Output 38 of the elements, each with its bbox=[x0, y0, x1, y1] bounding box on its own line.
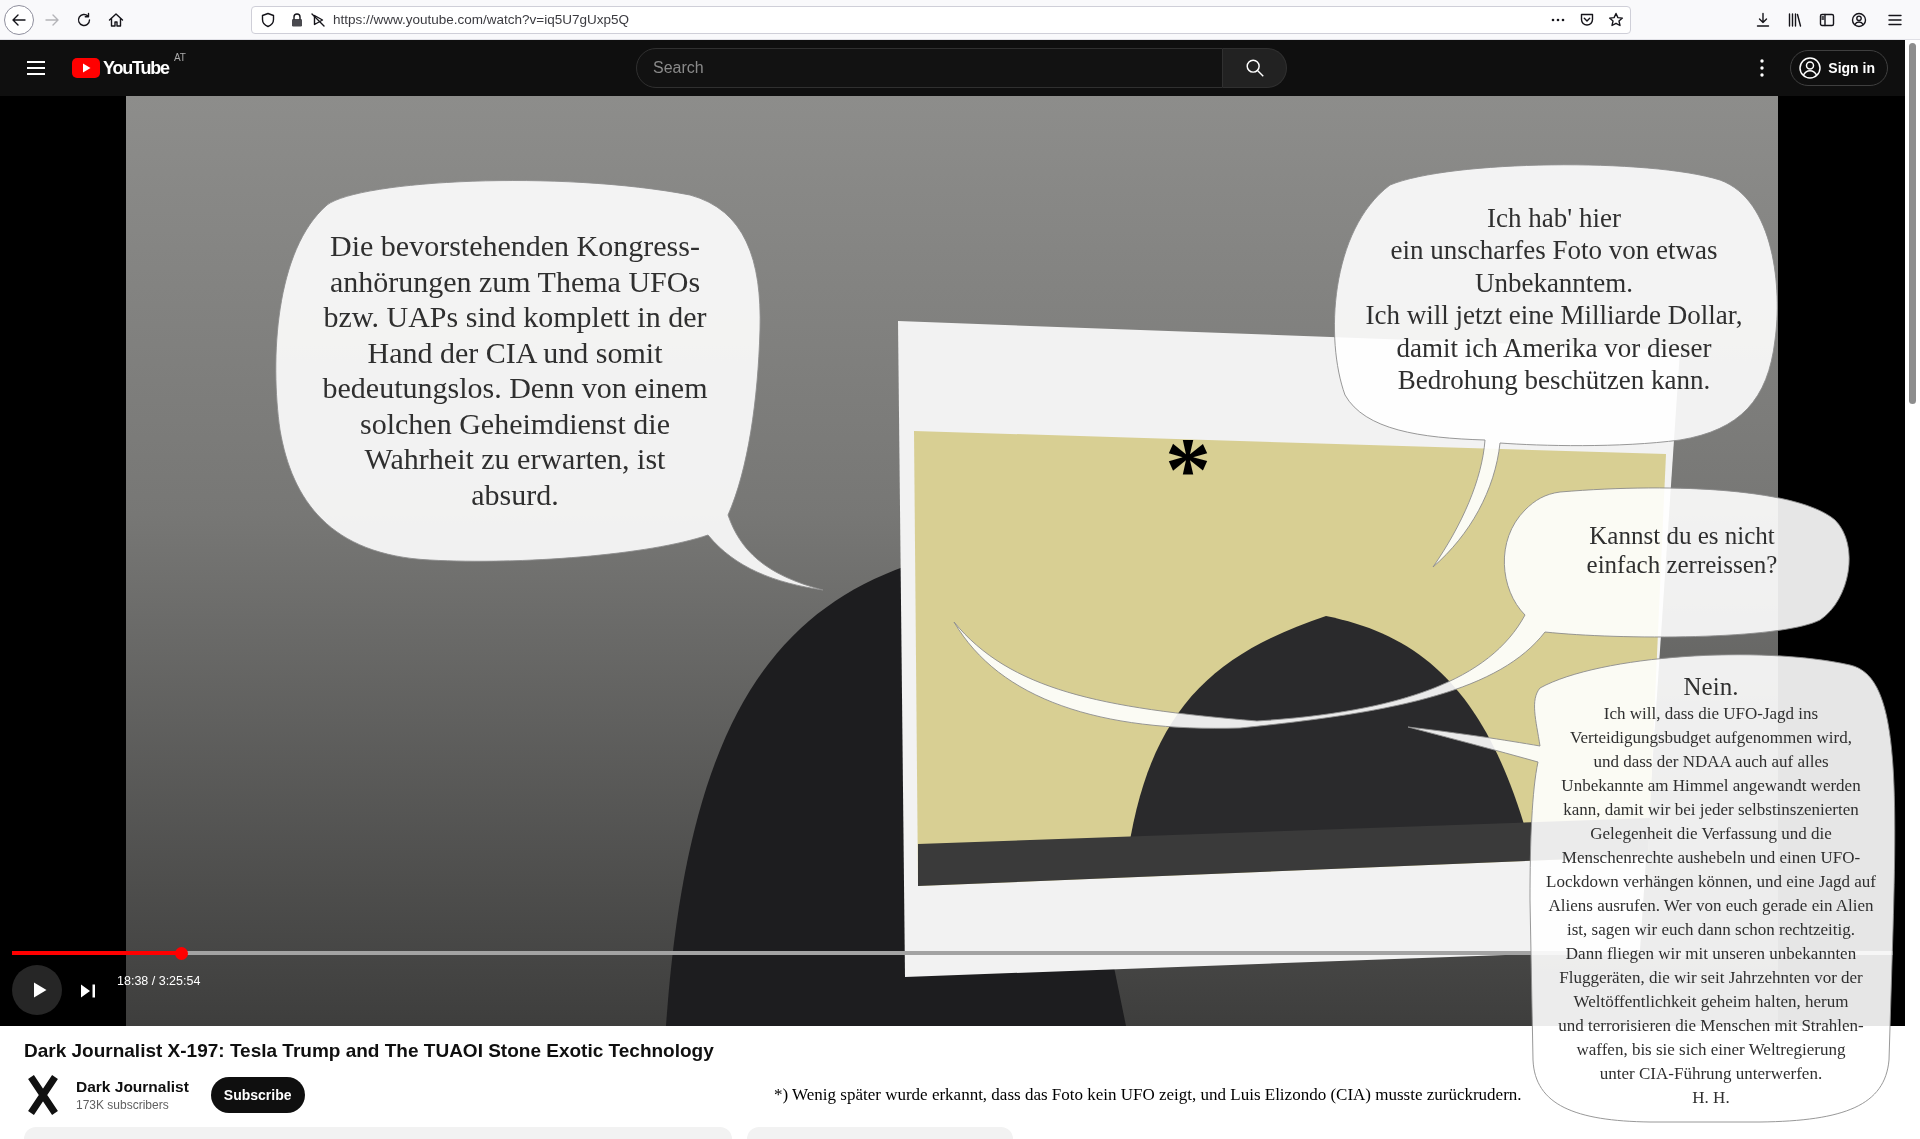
country-code: AT bbox=[173, 52, 186, 63]
reload-icon[interactable] bbox=[76, 11, 92, 28]
subscribe-button[interactable]: Subscribe bbox=[210, 1077, 305, 1113]
search-button[interactable] bbox=[1223, 48, 1287, 88]
play-button[interactable] bbox=[12, 965, 62, 1015]
chevron-shield-icon[interactable] bbox=[1579, 11, 1595, 28]
scrollbar-thumb[interactable] bbox=[1909, 43, 1916, 404]
channel-logo-icon[interactable] bbox=[27, 1075, 59, 1115]
video-title: Dark Journalist X-197: Tesla Trump and The TUAOI Stone Exotic Technology bbox=[24, 1040, 714, 1062]
star-icon[interactable] bbox=[1608, 11, 1624, 28]
time-display: 18:38 / 3:25:54 bbox=[117, 974, 201, 988]
subscriber-count: 173K subscribers bbox=[76, 1097, 170, 1113]
asterisk-mark: * bbox=[1165, 423, 1211, 515]
library-icon[interactable] bbox=[1787, 11, 1803, 28]
blocked-play-icon[interactable] bbox=[310, 11, 326, 28]
sidebar-icon[interactable] bbox=[1819, 11, 1835, 28]
home-icon[interactable] bbox=[108, 11, 124, 28]
play-logo-icon[interactable] bbox=[72, 58, 100, 78]
address-bar[interactable]: https://www.youtube.com/watch?v=iq5U7gUxp5Q bbox=[251, 5, 1631, 34]
channel-name[interactable]: Dark Journalist bbox=[76, 1077, 189, 1097]
account-icon[interactable] bbox=[1851, 11, 1867, 28]
speech-text: Die bevorstehenden Kongress- anhörungen zum Thema UFOs bzw. UAPs sind komplett in der Hand der CIA und somit bedeutungslos. Denn von einem solchen Geheimdienst die Wahrheit zu erwarten, ist absurd. bbox=[322, 228, 708, 512]
shield-icon[interactable] bbox=[260, 11, 276, 28]
logo-text[interactable]: YouTube bbox=[103, 57, 169, 79]
signature: H. H. bbox=[1692, 1087, 1730, 1109]
search-field[interactable]: Search bbox=[636, 48, 1223, 88]
footnote-text: *) Wenig später wurde erkannt, dass das Foto kein UFO zeigt, und Luis Elizondo (CIA) musste zurückrudern. bbox=[774, 1085, 1522, 1104]
speech-text: Kannst du es nicht einfach zerreissen? bbox=[1586, 521, 1778, 579]
url-text[interactable]: https://www.youtube.com/watch?v=iq5U7gUxp5Q bbox=[333, 12, 630, 27]
speech-text: Ich will, dass die UFO-Jagd ins Verteidigungsbudget aufgenommen wird, und dass der NDAA auch auf alles Unbekannte am Himmel angewandt werden kann, damit wir bei jeder selbstinszenierten Gelegenheit die Verfassung und die Menschenrechte aushebeln und einen UFO- Lockdown verhängen können, und eine Jagd auf Aliens ausrufen. Wer von euch gerade ein Alien ist, sagen wir euch dann schon rechtzeitig. bbox=[1546, 703, 1876, 941]
lock-icon[interactable] bbox=[289, 11, 305, 28]
back-button[interactable] bbox=[4, 4, 34, 35]
speech-text: Dann fliegen wir mit unseren unbekannten Fluggeräten, die wir seit Jahrzehnten vor der Weltöffentlichkeit geheim halten, herum und terrorisieren die Menschen mit Strahlen- waffen, bis sie sich einer Weltregierung unter CIA-Führung unterwerfen. bbox=[1558, 943, 1864, 1085]
speech-text: Ich hab' hier ein unscharfes Foto von etwas Unbekanntem. Ich will jetzt eine Milliarde Dollar, damit ich Amerika vor dieser Bedrohung beschützen kann. bbox=[1365, 202, 1743, 397]
bubble-heading: Nein. bbox=[1683, 672, 1739, 702]
account-icon bbox=[1798, 56, 1823, 80]
download-icon[interactable] bbox=[1755, 11, 1771, 28]
skip-next-icon[interactable] bbox=[80, 984, 96, 998]
